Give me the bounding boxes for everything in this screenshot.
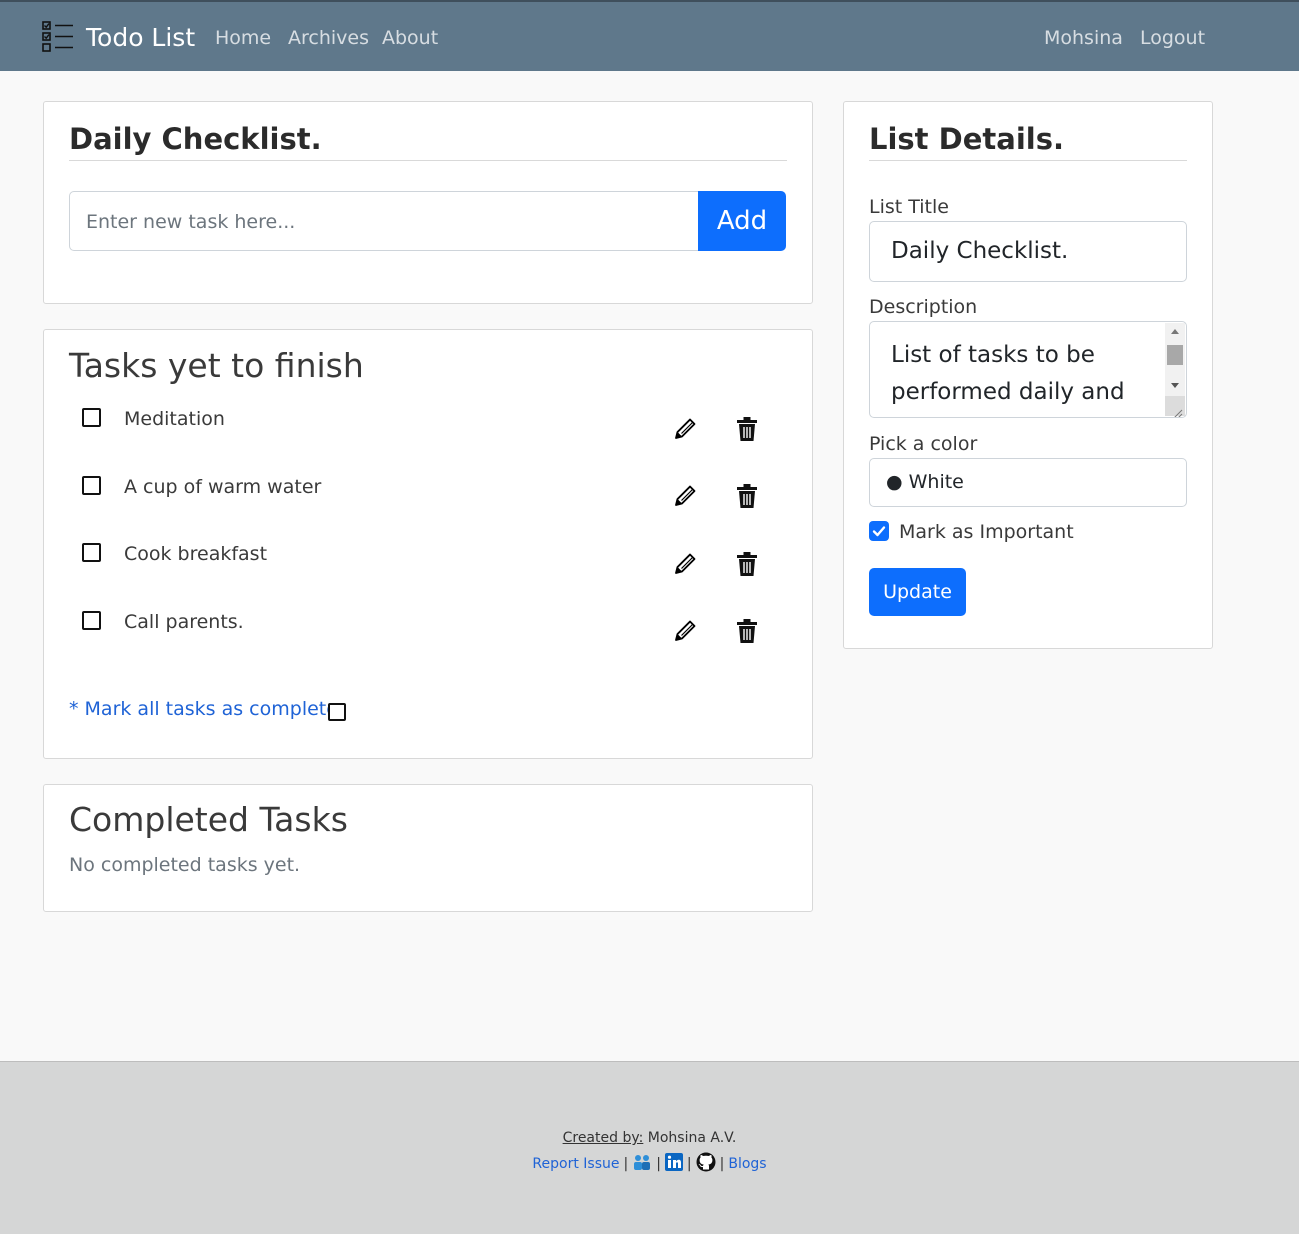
task-checkbox[interactable] <box>82 611 101 630</box>
color-label: Pick a color <box>869 433 978 455</box>
add-task-button[interactable]: Add <box>698 191 786 251</box>
blogs-link[interactable]: Blogs <box>728 1156 766 1172</box>
description-value: List of tasks to be performed daily and <box>891 342 1125 405</box>
nav-logout[interactable]: Logout <box>1140 27 1205 49</box>
checklist-title: Daily Checklist. <box>69 122 322 156</box>
separator: | <box>656 1156 661 1172</box>
pencil-icon[interactable] <box>672 618 698 648</box>
mark-all-checkbox[interactable] <box>328 703 346 721</box>
separator: | <box>686 1156 692 1172</box>
mark-all-complete-link[interactable]: * Mark all tasks as complete. <box>69 698 344 720</box>
task-label: Meditation <box>124 408 225 430</box>
completed-empty-text: No completed tasks yet. <box>69 854 301 876</box>
pencil-icon[interactable] <box>672 551 698 581</box>
separator: | <box>719 1156 725 1172</box>
list-details-card: List Details. List Title Daily Checklist… <box>843 101 1213 649</box>
author-name: Mohsina A.V. <box>643 1130 737 1146</box>
list-title-input[interactable]: Daily Checklist. <box>869 221 1187 282</box>
pencil-icon[interactable] <box>672 483 698 513</box>
brand-text: Todo List <box>86 22 196 52</box>
navbar: Todo List Home Archives About Mohsina Lo… <box>0 0 1299 71</box>
color-select[interactable]: ● White <box>869 458 1187 507</box>
important-checkbox[interactable] <box>869 521 889 541</box>
scroll-up-icon[interactable] <box>1171 329 1179 334</box>
update-button[interactable]: Update <box>869 568 966 616</box>
important-label: Mark as Important <box>899 521 1074 543</box>
nav-about[interactable]: About <box>382 27 438 49</box>
github-icon[interactable] <box>696 1152 716 1176</box>
task-label: Cook breakfast <box>124 543 268 565</box>
pencil-icon[interactable] <box>672 416 698 446</box>
footer-credit: Created by: Mohsina A.V. <box>0 1130 1299 1146</box>
pending-heading: Tasks yet to finish <box>69 346 364 385</box>
nav-user[interactable]: Mohsina <box>1044 27 1123 49</box>
separator: | <box>623 1156 629 1172</box>
checklist-card: Daily Checklist. Enter new task here... … <box>43 101 813 304</box>
trash-icon[interactable] <box>736 551 758 581</box>
linkedin-icon[interactable] <box>664 1153 683 1175</box>
checklist-icon <box>42 21 73 52</box>
pending-tasks-card: Tasks yet to finish Meditation A cup of … <box>43 329 813 759</box>
divider <box>869 160 1187 161</box>
checkmark-icon <box>872 526 886 537</box>
divider <box>69 160 787 161</box>
report-issue-link[interactable]: Report Issue <box>532 1156 619 1172</box>
footer: Created by: Mohsina A.V. Report Issue | … <box>0 1061 1299 1234</box>
task-checkbox[interactable] <box>82 476 101 495</box>
new-task-placeholder: Enter new task here... <box>86 211 296 233</box>
description-textarea[interactable]: List of tasks to be performed daily and <box>869 321 1187 418</box>
task-label: A cup of warm water <box>124 476 322 498</box>
task-checkbox[interactable] <box>82 543 101 562</box>
scrollbar[interactable] <box>1165 323 1185 417</box>
trash-icon[interactable] <box>736 416 758 446</box>
created-by-label: Created by: <box>562 1130 644 1146</box>
list-title-label: List Title <box>869 196 949 218</box>
nav-archives[interactable]: Archives <box>288 27 369 49</box>
list-title-value: Daily Checklist. <box>891 238 1069 264</box>
details-title: List Details. <box>869 122 1064 156</box>
task-label: Call parents. <box>124 611 244 633</box>
nav-home[interactable]: Home <box>215 27 271 49</box>
task-checkbox[interactable] <box>82 408 101 427</box>
trash-icon[interactable] <box>736 618 758 648</box>
completed-heading: Completed Tasks <box>69 800 348 839</box>
color-select-value: ● White <box>886 471 964 493</box>
trash-icon[interactable] <box>736 483 758 513</box>
new-task-input[interactable]: Enter new task here... <box>69 191 699 251</box>
description-label: Description <box>869 296 978 318</box>
scroll-down-icon[interactable] <box>1171 383 1179 388</box>
brand[interactable]: Todo List <box>42 21 195 53</box>
resize-handle-icon[interactable] <box>1165 396 1185 417</box>
footer-links: Report Issue | | | | Blogs <box>0 1152 1299 1176</box>
completed-tasks-card: Completed Tasks No completed tasks yet. <box>43 784 813 912</box>
scrollbar-thumb[interactable] <box>1167 345 1183 365</box>
community-icon[interactable] <box>632 1153 652 1175</box>
